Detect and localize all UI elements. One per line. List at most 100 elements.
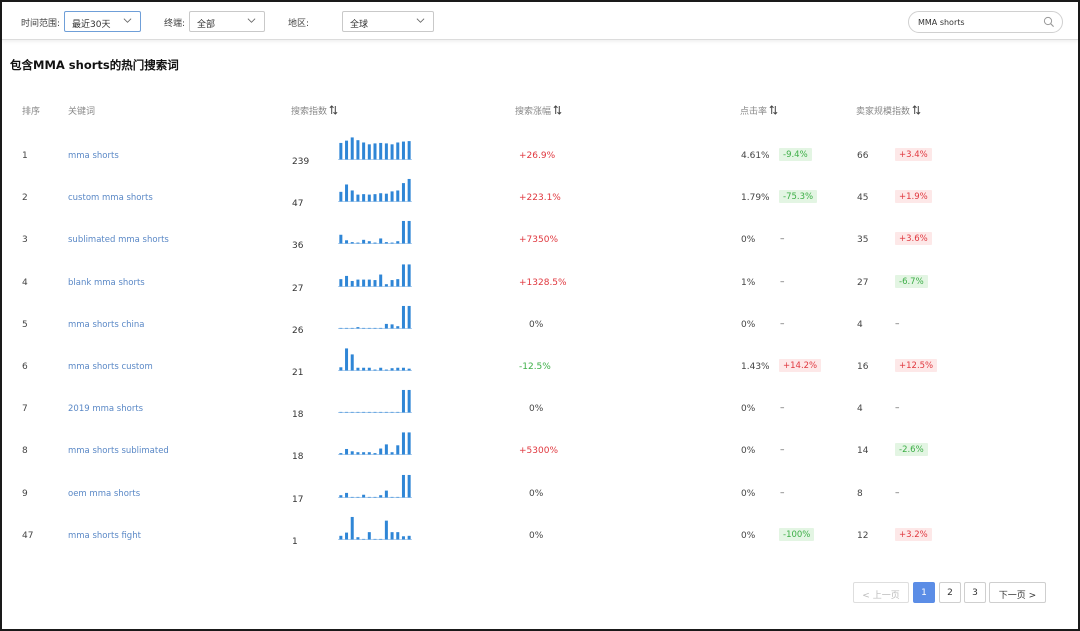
sparkline-bar <box>345 348 349 371</box>
ctr-value: 0% <box>741 530 756 541</box>
sparkline-bar <box>339 494 343 498</box>
sort-icon[interactable] <box>912 105 921 115</box>
sparkline-bar <box>339 327 343 329</box>
sparkline-bar <box>362 279 366 287</box>
sparkline-bar <box>373 369 377 371</box>
sparkline-bar <box>396 325 400 329</box>
seller-scale-change-badge: +3.6% <box>895 232 932 246</box>
terminal-select[interactable]: 全部 <box>189 11 265 32</box>
sort-icon[interactable] <box>769 105 778 115</box>
keyword-link[interactable]: mma shorts <box>68 151 119 161</box>
ctr-change-badge: -9.4% <box>779 148 812 161</box>
next-page-button[interactable]: 下一页 > <box>989 582 1046 603</box>
keyword-link[interactable]: blank mma shorts <box>68 278 145 288</box>
page-button-2[interactable]: 2 <box>939 582 961 603</box>
keyword-link[interactable]: 2019 mma shorts <box>68 404 143 414</box>
page-title: 包含MMA shorts的热门搜索词 <box>10 58 179 72</box>
column-header-keyword: 关键词 <box>68 107 96 117</box>
keyword-link[interactable]: oem mma shorts <box>68 489 140 499</box>
page-button-1[interactable]: 1 <box>913 582 935 603</box>
seller-scale-value: 4 <box>857 404 863 415</box>
sparkline-bar <box>384 490 388 498</box>
keyword-link[interactable]: sublimated mma shorts <box>68 235 169 245</box>
sparkline-bar <box>356 496 360 498</box>
time-range-select[interactable]: 最近30天 <box>64 11 141 32</box>
column-header-ctr[interactable]: 点击率 <box>740 104 778 117</box>
ctr-value: 1.43% <box>741 362 770 372</box>
ctr-value: 0% <box>741 446 756 457</box>
ctr-change-badge: – <box>780 318 785 329</box>
sparkline-bar <box>362 327 366 329</box>
rank-cell: 3 <box>22 235 28 246</box>
rank-cell: 8 <box>22 446 28 457</box>
column-header-search-growth[interactable]: 搜索涨幅 <box>515 104 562 117</box>
region-value: 全球 <box>350 20 369 30</box>
sparkline-bar <box>390 144 394 160</box>
search-index-value: 47 <box>292 199 304 210</box>
sparkline-bar <box>373 453 377 455</box>
keyword-link[interactable]: mma shorts custom <box>68 362 153 372</box>
sparkline-bar <box>373 194 377 202</box>
seller-scale-change-badge: – <box>895 318 900 329</box>
sparkline-bar <box>373 412 377 413</box>
sparkline-bar <box>356 140 360 160</box>
sparkline-bar <box>367 412 371 413</box>
sparkline-bar <box>396 445 400 455</box>
sparkline-bar <box>384 412 388 413</box>
sparkline-bar <box>407 368 411 371</box>
sparkline-bar <box>407 390 411 413</box>
keyword-link[interactable]: custom mma shorts <box>68 193 153 203</box>
search-trend-sparkline <box>338 264 412 287</box>
sparkline-bar <box>362 142 366 160</box>
keyword-link[interactable]: mma shorts china <box>68 320 144 330</box>
sparkline-bar <box>401 367 405 371</box>
table-row: 3 sublimated mma shorts 36 +7350% 0% – 35 +3.6% <box>2 218 1078 260</box>
sparkline-bar <box>356 412 360 413</box>
page-button-3[interactable]: 3 <box>964 582 986 603</box>
sparkline-bar <box>379 538 383 540</box>
chevron-right-icon: > <box>1028 591 1037 601</box>
search-growth-value: +26.9% <box>519 151 556 161</box>
sparkline-bar <box>401 264 405 287</box>
column-header-search-index[interactable]: 搜索指数 <box>291 104 338 117</box>
sparkline-bar <box>339 235 343 244</box>
sparkline-bar <box>339 278 343 287</box>
sparkline-bar <box>367 496 371 498</box>
sparkline-bar <box>390 279 394 287</box>
sparkline-bar <box>362 194 366 202</box>
sort-icon[interactable] <box>553 105 562 115</box>
ctr-value: 0% <box>741 319 756 330</box>
region-select[interactable]: 全球 <box>342 11 434 32</box>
sparkline-bar <box>367 531 371 540</box>
keyword-link[interactable]: mma shorts sublimated <box>68 446 169 456</box>
ctr-value: 1% <box>741 277 756 288</box>
sparkline-bar <box>379 494 383 498</box>
sort-icon[interactable] <box>329 105 338 115</box>
sparkline-bar <box>384 323 388 329</box>
sparkline-bar <box>401 474 405 498</box>
rank-cell: 2 <box>22 193 28 204</box>
sparkline-bar <box>384 520 388 540</box>
seller-scale-change-badge: -2.6% <box>895 443 928 457</box>
search-growth-value: +5300% <box>519 446 558 457</box>
search-input[interactable]: MMA shorts <box>908 11 1063 33</box>
sparkline-bar <box>379 274 383 287</box>
chevron-down-icon <box>247 18 256 23</box>
column-header-rank: 排序 <box>22 107 41 117</box>
seller-scale-change-badge: -6.7% <box>895 274 928 288</box>
sparkline-bar <box>407 264 411 287</box>
sparkline-bar <box>401 390 405 413</box>
column-header-ctr-label: 点击率 <box>740 107 768 117</box>
sparkline-bar <box>390 412 394 413</box>
search-icon[interactable] <box>1043 16 1055 28</box>
keyword-link[interactable]: mma shorts fight <box>68 531 141 541</box>
sparkline-bar <box>345 184 349 202</box>
table-row: 1 mma shorts 239 +26.9% 4.61% -9.4% 66 +3.4% <box>2 134 1078 176</box>
search-growth-value: 0% <box>529 319 544 330</box>
sparkline-bar <box>367 327 371 329</box>
sparkline-bar <box>407 535 411 540</box>
sparkline-bar <box>356 452 360 455</box>
prev-page-button[interactable]: < 上一页 <box>853 582 909 603</box>
column-header-seller-scale[interactable]: 卖家规模指数 <box>856 104 921 117</box>
sparkline-bar <box>401 141 405 160</box>
